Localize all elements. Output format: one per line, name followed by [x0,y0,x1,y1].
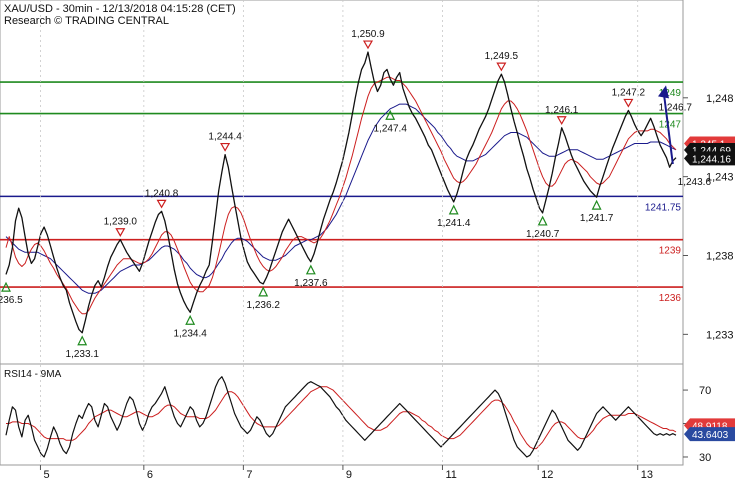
swing-low-label: 1,233.1 [66,349,100,360]
swing-high-label: 1,239.0 [104,217,138,228]
badge-label: 43.6403 [692,430,729,441]
swing-low-label: 1,247.4 [374,123,408,134]
x-tick-label: 6 [147,469,153,480]
swing-high-label: 1,249.5 [485,51,519,62]
swing-low-label: 1,236.2 [247,300,281,311]
y-tick-label: 1,243 [706,172,734,184]
rsi-panel-label: RSI14 - 9MA [4,369,62,380]
level-label-1236: 1236 [659,293,682,304]
y-tick-label: 1,238 [706,251,734,263]
x-tick-label: 13 [641,469,653,480]
swing-low-label: 1,241.4 [437,218,471,229]
swing-high-label: 1,250.9 [351,29,385,40]
rsi-y-tick-label: 30 [699,452,711,464]
y-tick-label: 1,248 [706,93,734,105]
chart-title: XAU/USD - 30min - 12/13/2018 04:15:28 (C… [4,3,236,15]
swing-low-label: 1,241.7 [580,213,614,224]
x-tick-label: 5 [43,469,49,480]
level-label-1239: 1239 [659,246,682,257]
chart-window: 124912471241.7512391236 1,236.51,233.11,… [0,0,735,481]
swing-high-label: 1,244.4 [208,132,242,143]
swing-low-label: 1,240.7 [526,229,560,240]
price-panel-frame [0,0,684,365]
rsi-y-tick-label: 70 [699,385,711,397]
y-tick-label: 1,233 [706,329,734,341]
x-tick-label: 9 [346,469,352,480]
swing-low-label: 1,237.6 [294,278,328,289]
x-tick-label: 7 [246,469,252,480]
swing-high-label: 1,240.8 [145,188,179,199]
swing-low-label: 1,234.4 [173,328,207,339]
level-label-1247: 1247 [659,120,682,131]
badge-label: 1,244.16 [692,154,731,165]
x-tick-label: 11 [445,469,456,480]
swing-high-label: 1,247.2 [612,87,646,98]
chart-subtitle: Research © TRADING CENTRAL [4,15,169,27]
swing-low-label: 1,236.5 [0,295,23,306]
swing-high-label: 1,246.1 [545,105,579,116]
price-note-label: 1,246.7 [659,102,693,113]
x-tick-label: 12 [541,469,553,480]
chart-svg: 124912471241.7512391236 1,236.51,233.11,… [0,0,735,481]
level-label-1241.75: 1241.75 [645,202,682,213]
